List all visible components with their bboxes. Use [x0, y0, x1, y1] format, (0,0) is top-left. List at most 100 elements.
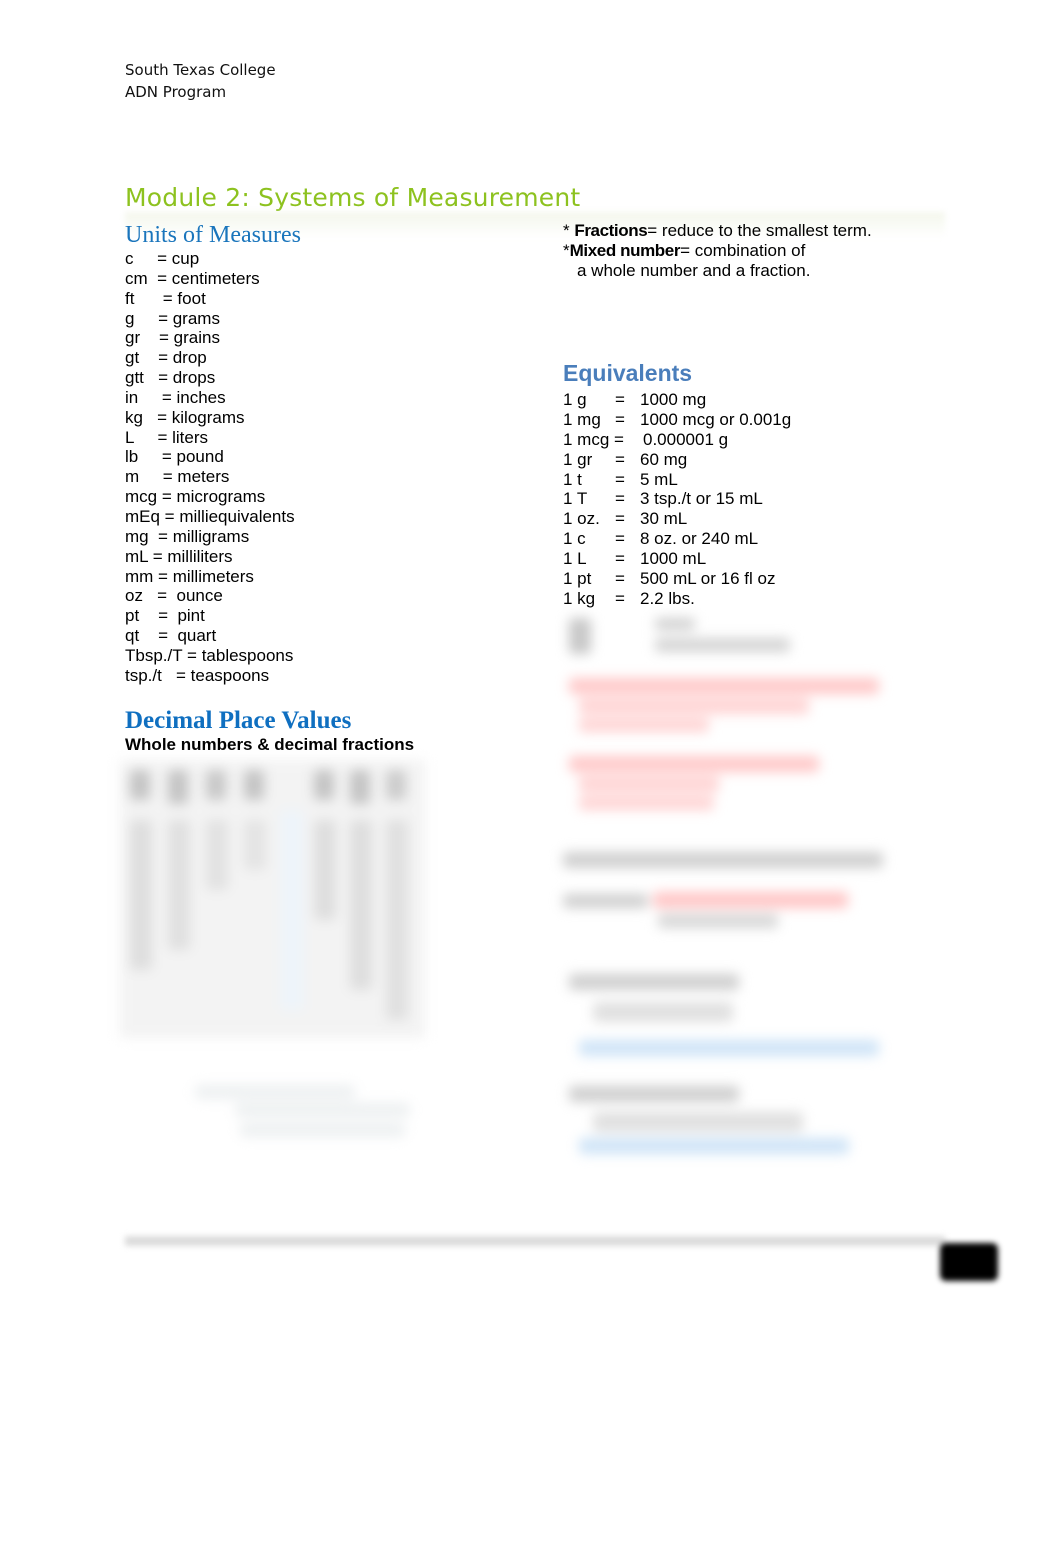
obscured-note: [569, 678, 879, 694]
obscured-note: [569, 756, 819, 772]
obscured-formula: [658, 914, 778, 928]
obscured-note: [579, 776, 719, 792]
equivalent-unit: 1 c: [563, 529, 586, 549]
bullet: *: [563, 241, 570, 260]
equals-sign: =: [615, 529, 625, 549]
unit-item: in = inches: [125, 387, 226, 407]
equals-sign: =: [615, 569, 625, 589]
decimal-place-values-subheading: Whole numbers & decimal fractions: [125, 735, 415, 754]
units-heading: Units of Measures: [125, 222, 301, 248]
obscured-note: [579, 698, 809, 714]
unit-item: tsp./t = teaspoons: [125, 665, 270, 685]
equals-sign: =: [615, 509, 625, 529]
obscured-text: [655, 618, 695, 630]
equivalent-unit: 1 T: [563, 489, 588, 509]
obscured-text: [240, 1123, 405, 1137]
obscured-table-cells: [206, 820, 228, 890]
units-list: c = cup cm = centimeters ft = foot g = g…: [125, 249, 295, 686]
equivalents-heading: Equivalents: [563, 360, 693, 386]
unit-item: L = liters: [125, 427, 208, 447]
obscured-content-right: [563, 612, 903, 1172]
obscured-decimal-column: [280, 810, 304, 1010]
obscured-table-cells: [168, 820, 190, 950]
equivalent-value: 2.2 lbs.: [640, 588, 695, 608]
program-name: ADN Program: [125, 83, 227, 101]
equivalent-unit: 1 mcg =: [563, 429, 624, 449]
equivalent-unit: 1 oz.: [563, 509, 600, 529]
note-mixed-number: *Mixed number= combination of: [563, 241, 872, 261]
obscured-text: [563, 852, 883, 868]
obscured-example: [579, 1138, 849, 1154]
fractions-definition: = reduce to the smallest term.: [647, 221, 872, 240]
unit-item: mcg = micrograms: [125, 487, 266, 507]
obscured-table-header: [130, 770, 150, 800]
obscured-table-header: [244, 770, 264, 800]
obscured-text: [563, 894, 648, 908]
equivalent-unit: 1 mg: [563, 409, 601, 429]
equivalent-value: 60 mg: [640, 449, 688, 469]
unit-item: qt = quart: [125, 626, 217, 646]
unit-item: m = meters: [125, 467, 230, 487]
unit-item: gtt = drops: [125, 368, 216, 388]
obscured-table-header: [386, 770, 406, 800]
mixed-number-term: Mixed number: [569, 241, 681, 260]
obscured-text: [569, 974, 739, 990]
obscured-table-cells: [130, 820, 152, 970]
unit-item: kg = kilograms: [125, 407, 245, 427]
equals-sign: =: [615, 588, 625, 608]
equivalent-unit: 1 g: [563, 390, 587, 409]
equivalent-value: 1000 mcg or 0.001g: [640, 409, 792, 429]
equals-sign: =: [615, 409, 625, 429]
equivalent-value: 0.000001 g: [643, 429, 729, 449]
unit-item: ft = foot: [125, 288, 206, 308]
equals-sign: =: [615, 489, 625, 509]
obscured-formula: [653, 892, 848, 908]
obscured-caption: [195, 1085, 410, 1140]
unit-item: mL = milliliters: [125, 546, 233, 566]
equivalent-unit: 1 pt: [563, 569, 592, 589]
obscured-example: [579, 1040, 879, 1056]
obscured-table-header: [314, 770, 334, 800]
obscured-table-header: [206, 770, 226, 800]
equals-sign: =: [615, 390, 625, 409]
obscured-text: [569, 618, 591, 654]
mixed-number-definition-cont: a whole number and a fraction.: [577, 261, 811, 280]
obscured-table-cells: [386, 820, 408, 1020]
obscured-text: [235, 1103, 410, 1117]
unit-item: gt = drop: [125, 348, 207, 368]
obscured-table-cells: [350, 820, 372, 990]
equals-sign: =: [615, 449, 625, 469]
equivalent-unit: 1 L: [563, 549, 587, 569]
equivalent-value: 1000 mg: [640, 390, 707, 409]
fractions-term: Fractions: [574, 221, 648, 240]
page-title: Module 2: Systems of Measurement: [125, 183, 581, 212]
unit-item: Tbsp./T = tablespoons: [125, 645, 294, 665]
equivalent-unit: 1 kg: [563, 588, 596, 608]
obscured-text: [569, 1086, 739, 1102]
unit-item: cm = centimeters: [125, 268, 260, 288]
obscured-formula: [593, 1112, 803, 1132]
equals-sign: =: [615, 469, 625, 489]
unit-item: c = cup: [125, 249, 200, 268]
page-number-box: [940, 1243, 998, 1281]
unit-item: mg = milligrams: [125, 526, 250, 546]
fraction-notes: * Fractions= reduce to the smallest term…: [563, 221, 872, 281]
equals-sign: =: [615, 549, 625, 569]
obscured-table-cells: [314, 820, 336, 920]
unit-item: oz = ounce: [125, 586, 223, 606]
obscured-table-header: [350, 770, 370, 804]
equivalent-unit: 1 gr: [563, 449, 593, 469]
equivalent-value: 500 mL or 16 fl oz: [640, 569, 776, 589]
obscured-text: [195, 1085, 355, 1099]
obscured-table-cells: [244, 820, 266, 870]
decimal-place-values-heading: Decimal Place Values: [125, 707, 352, 734]
equivalent-value: 3 tsp./t or 15 mL: [640, 489, 763, 509]
obscured-note: [579, 796, 714, 810]
equivalent-value: 5 mL: [640, 469, 678, 489]
obscured-text: [655, 638, 790, 652]
obscured-place-value-table: [120, 760, 425, 1038]
obscured-table-header: [168, 770, 188, 804]
equivalent-unit: 1 t: [563, 469, 582, 489]
unit-item: gr = grains: [125, 328, 220, 348]
mixed-number-definition: = combination of: [680, 241, 806, 260]
